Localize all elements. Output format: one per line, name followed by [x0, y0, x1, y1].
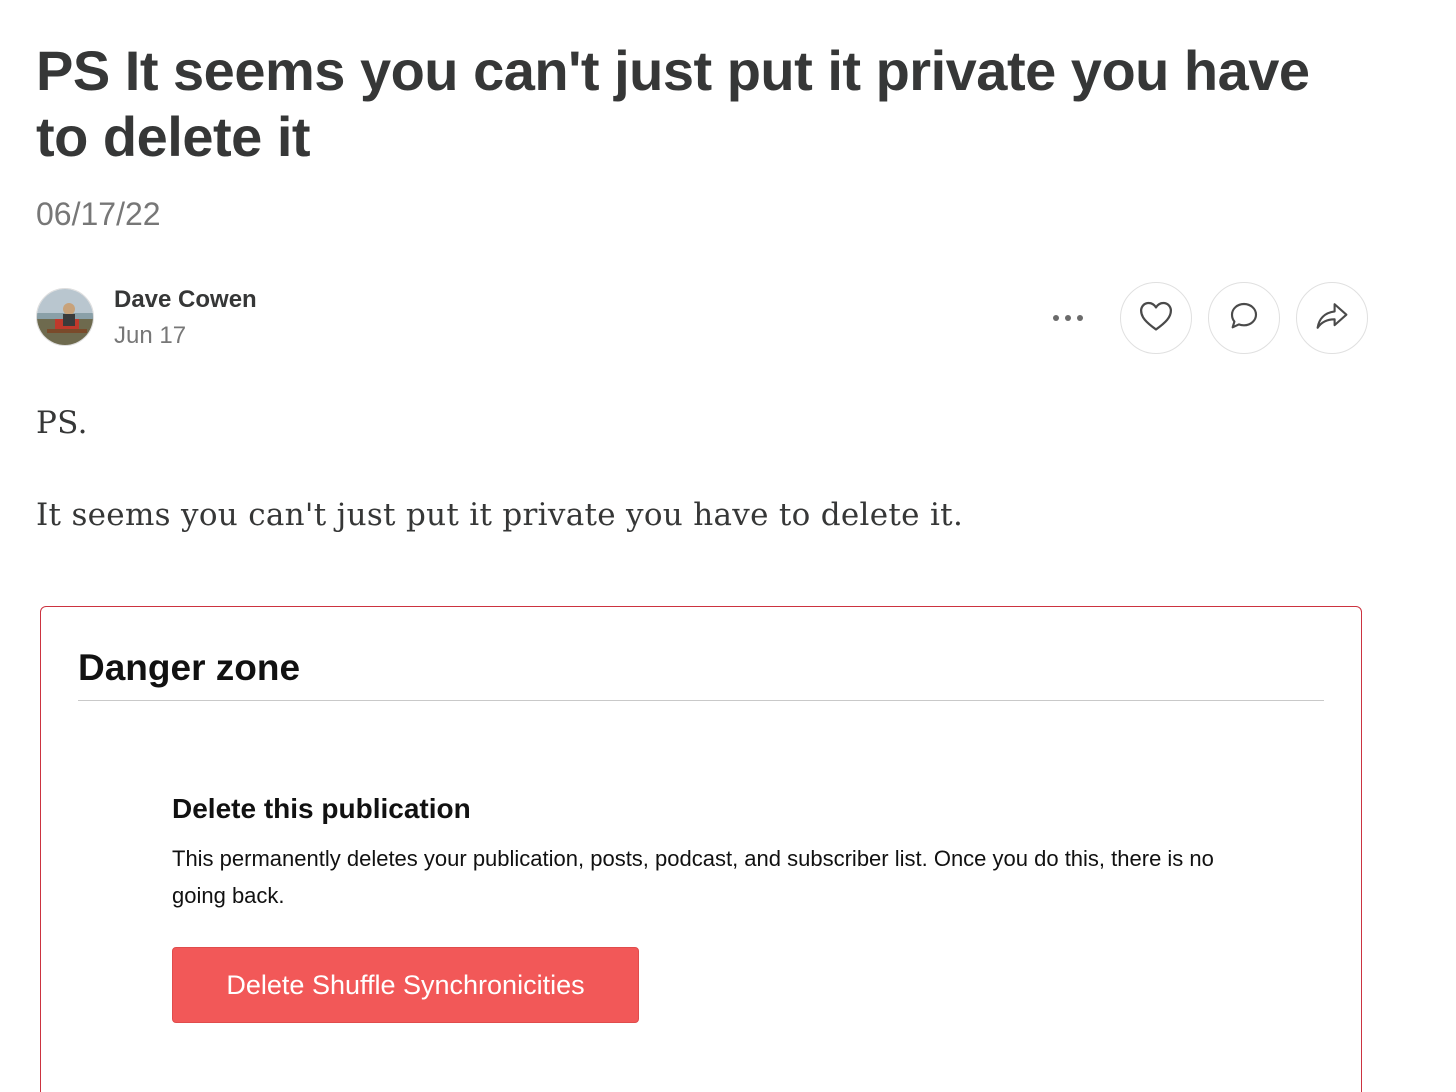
post-date: 06/17/22: [36, 196, 161, 232]
more-options-button[interactable]: [1046, 298, 1090, 338]
heart-icon: [1139, 300, 1173, 337]
delete-publication-description: This permanently deletes your publicatio…: [172, 846, 1214, 908]
avatar[interactable]: [36, 288, 94, 346]
danger-zone-card: Danger zone Delete this publication This…: [40, 606, 1362, 1092]
body-paragraph: It seems you can't just put it private y…: [36, 497, 964, 533]
byline-date: Jun 17: [114, 322, 187, 349]
delete-publication-button[interactable]: Delete Shuffle Synchronicities: [172, 947, 639, 1023]
body-paragraph: PS.: [36, 405, 88, 441]
post-title: PS It seems you can't just put it privat…: [36, 39, 1310, 168]
comment-bubble-icon: [1228, 300, 1260, 337]
divider: [78, 700, 1324, 701]
byline: Dave Cowen Jun 17: [36, 282, 1368, 356]
ellipsis-icon: [1052, 309, 1084, 327]
comment-button[interactable]: [1208, 282, 1280, 354]
like-button[interactable]: [1120, 282, 1192, 354]
delete-publication-title: Delete this publication: [172, 793, 471, 824]
author-name[interactable]: Dave Cowen: [114, 286, 257, 314]
danger-zone-heading: Danger zone: [78, 647, 301, 688]
share-arrow-icon: [1315, 301, 1349, 336]
share-button[interactable]: [1296, 282, 1368, 354]
